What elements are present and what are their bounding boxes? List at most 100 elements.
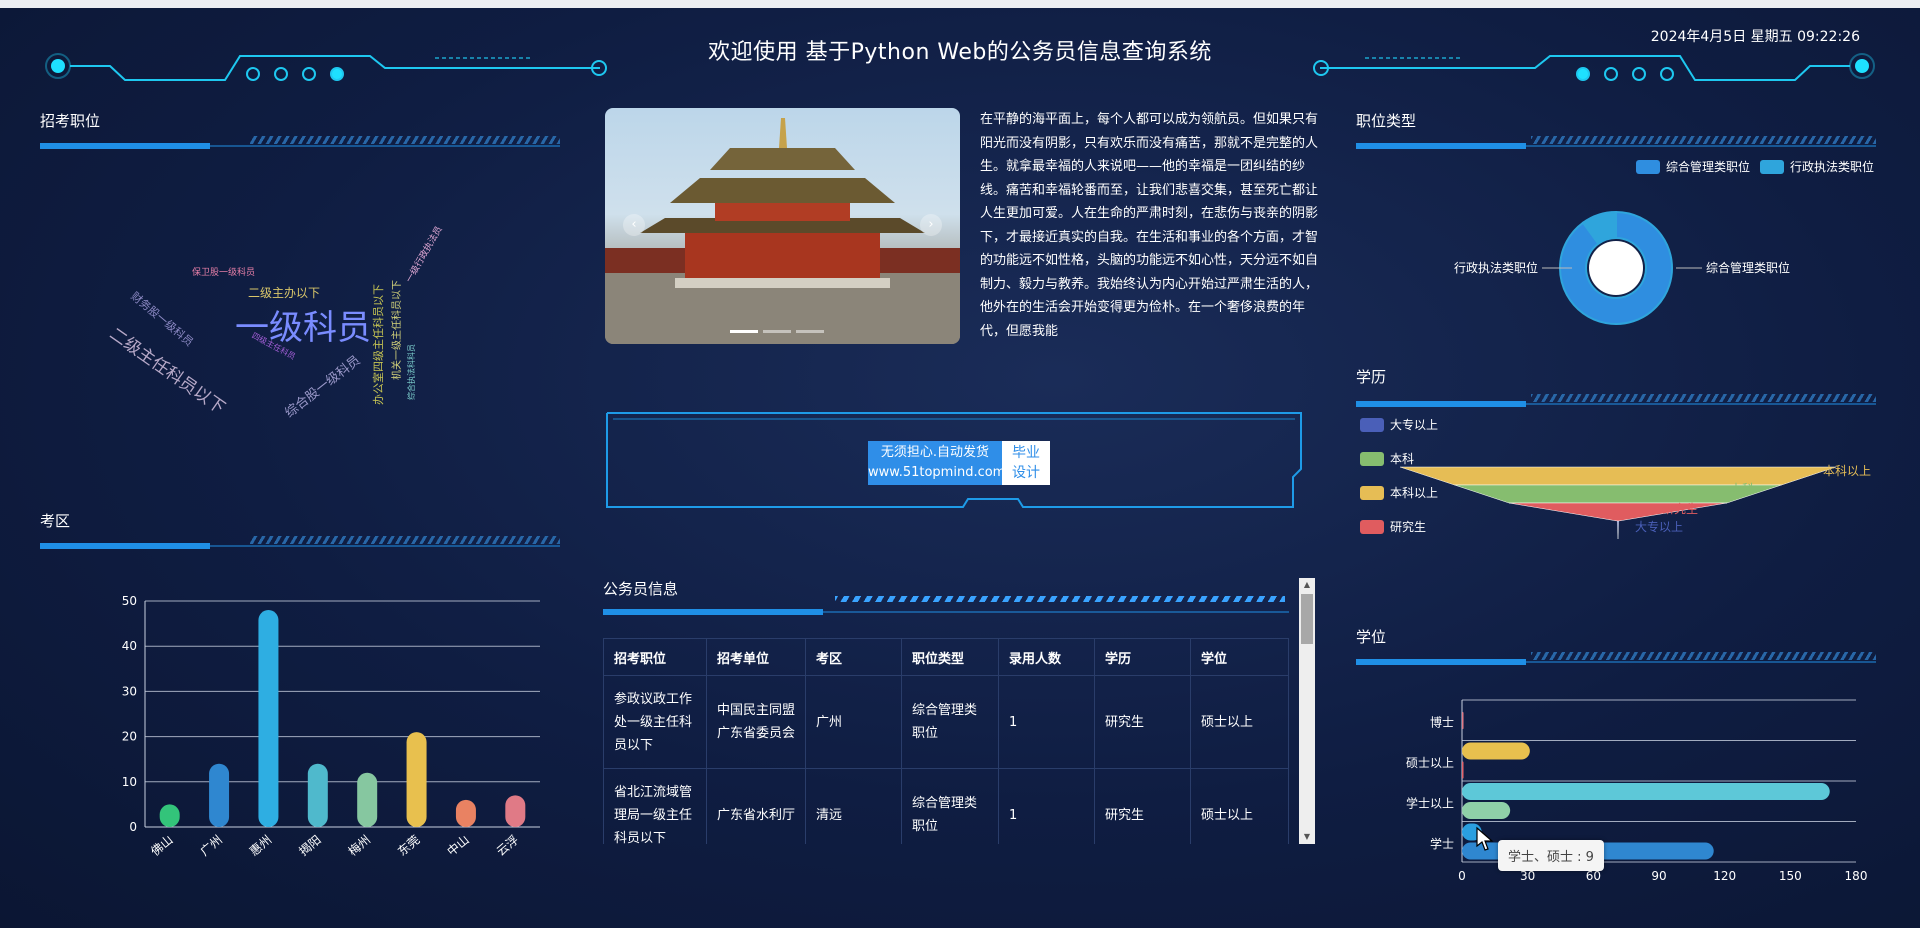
x-tick-label: 30	[1520, 869, 1535, 883]
bar	[357, 772, 378, 827]
bar	[258, 610, 279, 827]
x-tick-label: 揭阳	[296, 832, 324, 859]
x-tick-label: 云浮	[494, 833, 521, 859]
y-tick-label: 博士	[1430, 714, 1454, 729]
watermark-badge: 无须担心.自动发货 www.51topmind.com 毕业 设计	[868, 441, 1050, 485]
panel-bar-districts	[40, 536, 560, 549]
x-tick-label: 60	[1586, 869, 1601, 883]
panel-title-positions: 招考职位	[40, 112, 101, 130]
panel-title-education: 学历	[1356, 368, 1387, 386]
funnel-segment	[1617, 520, 1619, 540]
word-cloud-word: 保卫股一级科员	[192, 268, 256, 278]
funnel-label: 研究生	[1662, 501, 1698, 516]
bar	[505, 795, 526, 827]
panel-title-civil-info: 公务员信息	[603, 580, 679, 598]
table-header-cell: 招考单位	[706, 638, 806, 676]
table-header-cell: 职位类型	[901, 638, 999, 676]
legend-item[interactable]: 综合管理类职位	[1636, 158, 1750, 175]
word-cloud-word: 一级行政执法员	[404, 224, 445, 285]
x-tick-label: 120	[1713, 869, 1736, 883]
scroll-down-icon[interactable]: ▼	[1299, 830, 1315, 844]
legend-item[interactable]: 大专以上	[1360, 416, 1438, 433]
panel-bar-civil-info	[603, 606, 1289, 615]
panel-bar-education	[1356, 394, 1876, 407]
x-tick-label: 150	[1779, 869, 1802, 883]
funnel-label: 本科	[1730, 482, 1754, 496]
x-tick-label: 东莞	[395, 833, 422, 859]
watermark-right2: 设计	[1012, 465, 1040, 481]
legend-swatch	[1360, 485, 1384, 500]
table-cell: 综合管理类职位	[901, 675, 999, 769]
table-header-cell: 考区	[805, 638, 902, 676]
chart-tooltip: 学士、硕士 : 9	[1498, 840, 1604, 871]
table-cell: 省北江流域管理局一级主任科员以下	[603, 768, 707, 844]
slice-label: 综合管理类职位	[1706, 260, 1790, 275]
carousel-next-button[interactable]: ›	[920, 214, 942, 236]
panel-title-position-type: 职位类型	[1356, 112, 1417, 130]
degree-bar-chart: 0 30 60 90 120 150 180 学士 学士以上 硕士以上 博士	[1406, 699, 1868, 883]
datetime-display: 2024年4月5日 星期五 09:22:26	[1650, 29, 1860, 45]
x-tick-label: 180	[1845, 869, 1868, 883]
table-header-cell: 录用人数	[998, 638, 1095, 676]
watermark-line1: 无须担心.自动发货	[880, 445, 990, 460]
funnel-label: 本科以上	[1823, 464, 1871, 478]
table-cell: 综合管理类职位	[901, 768, 999, 844]
x-tick-label: 佛山	[148, 833, 175, 859]
y-tick-label: 40	[122, 639, 137, 653]
word-cloud: 一级科员 二级主任科员以下 二级主办以下 保卫股一级科员 财务股一级科员 综合股…	[106, 220, 470, 430]
table-cell: 研究生	[1094, 675, 1191, 769]
carousel-indicator[interactable]	[763, 330, 791, 333]
panel-bar-degree	[1356, 652, 1876, 665]
mouse-pointer-icon	[1476, 826, 1494, 851]
bar	[406, 732, 427, 827]
legend-swatch	[1760, 159, 1784, 174]
civil-info-table: 招考职位 招考单位 考区 职位类型 录用人数 学历 学位 参政议政工作处一级主任…	[603, 638, 1289, 844]
carousel-prev-button[interactable]: ‹	[623, 214, 645, 236]
y-tick-label: 硕士以上	[1406, 756, 1454, 770]
legend-label: 行政执法类职位	[1790, 160, 1875, 174]
panel-hatch-civil-info	[835, 596, 1285, 602]
legend-swatch	[1636, 159, 1660, 174]
table-cell: 中国民主同盟广东省委员会	[706, 675, 806, 769]
table-row[interactable]: 省北江流域管理局一级主任科员以下 广东省水利厅 清远 综合管理类职位 1 研究生…	[603, 768, 1289, 844]
y-tick-label: 30	[122, 684, 137, 698]
bar	[1462, 712, 1464, 729]
page-title: 欢迎使用 基于Python Web的公务员信息查询系统	[708, 40, 1212, 65]
carousel-indicator[interactable]	[796, 330, 824, 333]
table-cell: 参政议政工作处一级主任科员以下	[603, 675, 707, 769]
bar	[1462, 783, 1830, 800]
civil-info-table-container[interactable]: 招考职位 招考单位 考区 职位类型 录用人数 学历 学位 参政议政工作处一级主任…	[603, 638, 1289, 844]
table-cell: 研究生	[1094, 768, 1191, 844]
intro-paragraph: 在平静的海平面上，每个人都可以成为领航员。但如果只有阳光而没有阴影，只有欢乐而没…	[980, 112, 1319, 339]
panel-bar-position-type	[1356, 136, 1876, 149]
table-row[interactable]: 参政议政工作处一级主任科员以下 中国民主同盟广东省委员会 广州 综合管理类职位 …	[603, 675, 1289, 769]
legend-item[interactable]: 行政执法类职位	[1760, 158, 1874, 175]
funnel-segment	[1400, 466, 1837, 486]
table-cell: 清远	[805, 768, 902, 844]
panel-title-districts: 考区	[40, 512, 71, 530]
x-tick-label: 0	[1458, 869, 1466, 883]
education-funnel-chart: 本科以上本科研究生大专以上	[1400, 464, 1871, 540]
legend-swatch	[1360, 519, 1384, 534]
carousel-indicator-active[interactable]	[730, 330, 758, 333]
scroll-up-icon[interactable]: ▲	[1299, 578, 1315, 592]
word-cloud-word: 机关一级主任科员以下	[392, 280, 403, 380]
y-tick-label: 10	[122, 775, 137, 789]
palace-image	[605, 118, 960, 344]
table-scrollbar[interactable]: ▲ ▼	[1299, 578, 1315, 844]
legend-label: 综合管理类职位	[1666, 160, 1751, 174]
x-tick-label: 90	[1651, 869, 1666, 883]
panel-title-degree: 学位	[1356, 628, 1387, 646]
y-tick-label: 0	[129, 820, 137, 834]
position-type-donut-chart: 综合管理类职位 行政执法类职位	[1454, 210, 1790, 325]
legend-label: 大专以上	[1390, 418, 1439, 432]
table-cell: 广东省水利厅	[706, 768, 806, 844]
y-tick-label: 学士	[1430, 836, 1454, 851]
bar	[307, 763, 328, 827]
scrollbar-thumb[interactable]	[1301, 594, 1313, 644]
image-carousel[interactable]: ‹ ›	[605, 108, 960, 344]
table-cell: 1	[998, 675, 1095, 769]
panel-bar-positions	[40, 136, 560, 149]
table-cell: 广州	[805, 675, 902, 769]
watermark-right1: 毕业	[1012, 445, 1040, 461]
